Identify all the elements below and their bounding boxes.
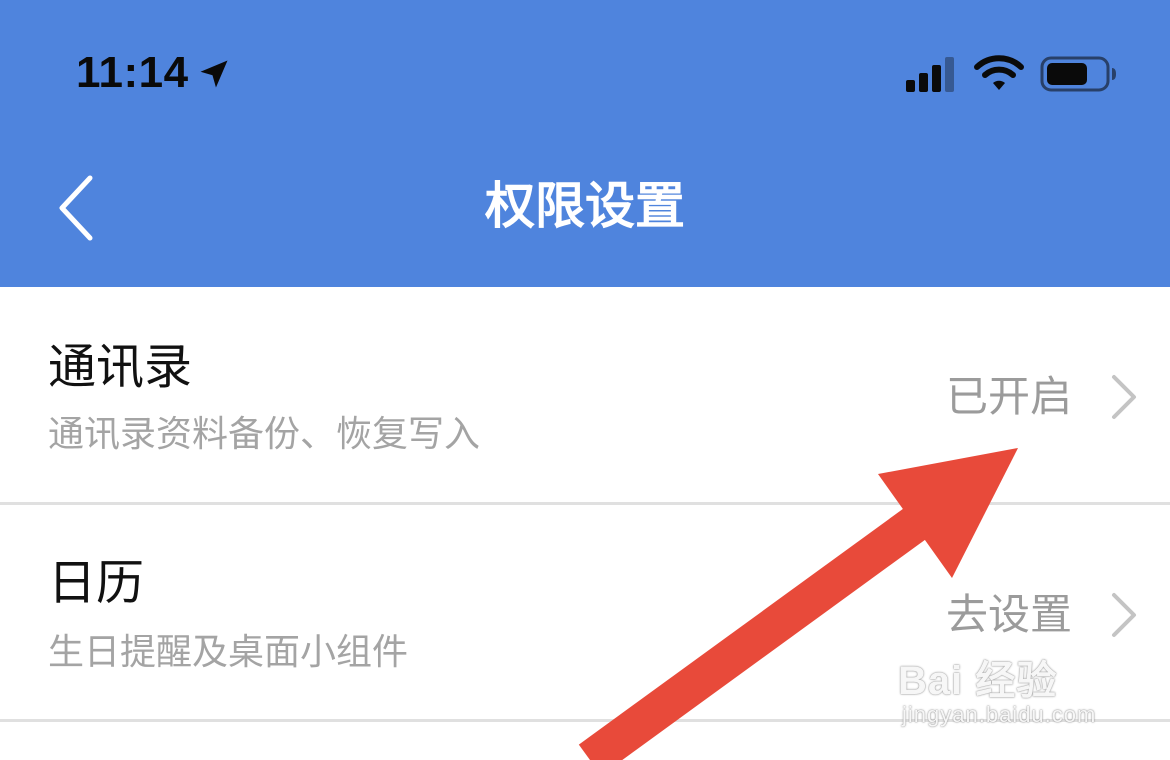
chevron-right-icon [1112, 375, 1136, 419]
permission-row-contacts[interactable]: 通讯录 通讯录资料备份、恢复写入 已开启 [0, 287, 1170, 502]
location-arrow-icon [200, 60, 228, 88]
watermark-url: jingyan.baidu.com [902, 702, 1097, 727]
header: 11:14 权限设置 [0, 0, 1170, 287]
row-status: 去设置 [945, 590, 1072, 639]
status-time: 11:14 [76, 48, 189, 97]
wifi-icon [974, 55, 1024, 90]
row-status: 已开启 [945, 372, 1072, 421]
row-description: 通讯录资料备份、恢复写入 [48, 414, 481, 455]
baidu-watermark: Bai 经验 jingyan.baidu.com [898, 648, 1128, 738]
chevron-right-icon [1112, 593, 1136, 637]
watermark-text: Bai 经验 [898, 659, 1058, 703]
row-title: 日历 [48, 555, 145, 611]
battery-icon [1040, 56, 1116, 92]
row-title: 通讯录 [48, 339, 193, 395]
signal-icon [906, 57, 954, 92]
row-description: 生日提醒及桌面小组件 [48, 632, 409, 673]
page-title: 权限设置 [485, 177, 685, 235]
